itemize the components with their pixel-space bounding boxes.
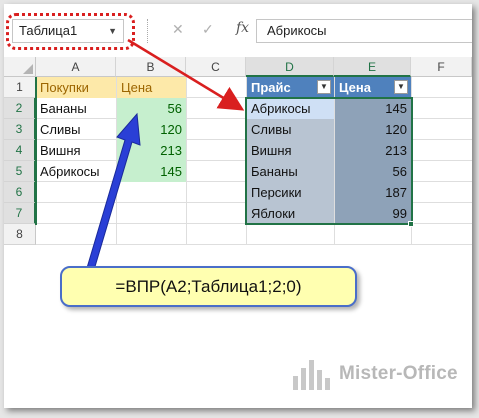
formula-callout: =ВПР(A2;Таблица1;2;0) bbox=[60, 266, 357, 307]
blue-arrow bbox=[83, 112, 141, 281]
annotation-arrows bbox=[83, 38, 245, 281]
red-arrow bbox=[127, 38, 245, 111]
mister-office-logo: Mister-Office bbox=[289, 354, 472, 394]
excel-window: Таблица1 ▼ ✕ ✓ fx Абрикосы A B C D E F 1… bbox=[4, 4, 472, 408]
logo-text: Mister-Office bbox=[339, 363, 458, 384]
logo-bars-icon bbox=[293, 360, 330, 390]
